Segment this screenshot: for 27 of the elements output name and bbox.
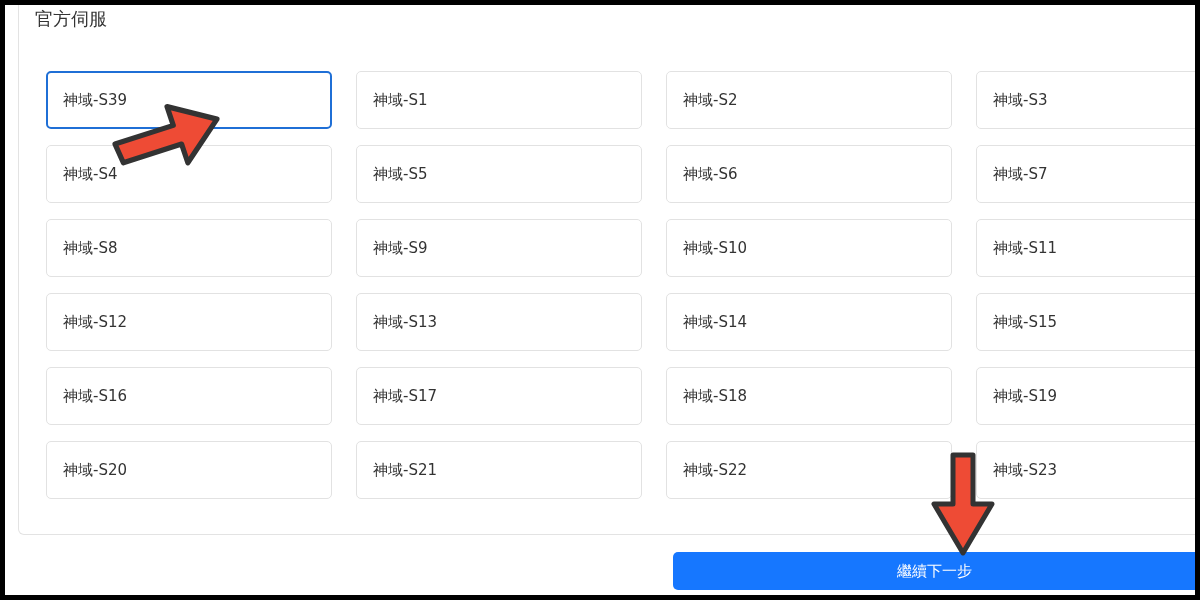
server-option[interactable]: 神域-S12 xyxy=(46,293,332,351)
server-option[interactable]: 神域-S16 xyxy=(46,367,332,425)
server-option[interactable]: 神域-S21 xyxy=(356,441,642,499)
server-option[interactable]: 神域-S7 xyxy=(976,145,1195,203)
server-option[interactable]: 神域-S1 xyxy=(356,71,642,129)
server-option[interactable]: 神域-S19 xyxy=(976,367,1195,425)
server-option[interactable]: 神域-S11 xyxy=(976,219,1195,277)
server-option[interactable]: 神域-S6 xyxy=(666,145,952,203)
server-option[interactable]: 神域-S18 xyxy=(666,367,952,425)
server-option[interactable]: 神域-S10 xyxy=(666,219,952,277)
server-option[interactable]: 神域-S13 xyxy=(356,293,642,351)
server-option[interactable]: 神域-S3 xyxy=(976,71,1195,129)
server-option[interactable]: 神域-S9 xyxy=(356,219,642,277)
server-option[interactable]: 神域-S15 xyxy=(976,293,1195,351)
arrow-icon xyxy=(931,452,995,556)
server-option[interactable]: 神域-S14 xyxy=(666,293,952,351)
server-option[interactable]: 神域-S23 xyxy=(976,441,1195,499)
server-option[interactable]: 神域-S20 xyxy=(46,441,332,499)
server-option[interactable]: 神域-S22 xyxy=(666,441,952,499)
section-title: 官方伺服 xyxy=(35,8,108,30)
server-option[interactable]: 神域-S17 xyxy=(356,367,642,425)
server-option[interactable]: 神域-S8 xyxy=(46,219,332,277)
next-step-button[interactable]: 繼續下一步 xyxy=(673,552,1195,590)
server-option[interactable]: 神域-S5 xyxy=(356,145,642,203)
server-option[interactable]: 神域-S39 xyxy=(46,71,332,129)
server-option[interactable]: 神域-S4 xyxy=(46,145,332,203)
server-option[interactable]: 神域-S2 xyxy=(666,71,952,129)
